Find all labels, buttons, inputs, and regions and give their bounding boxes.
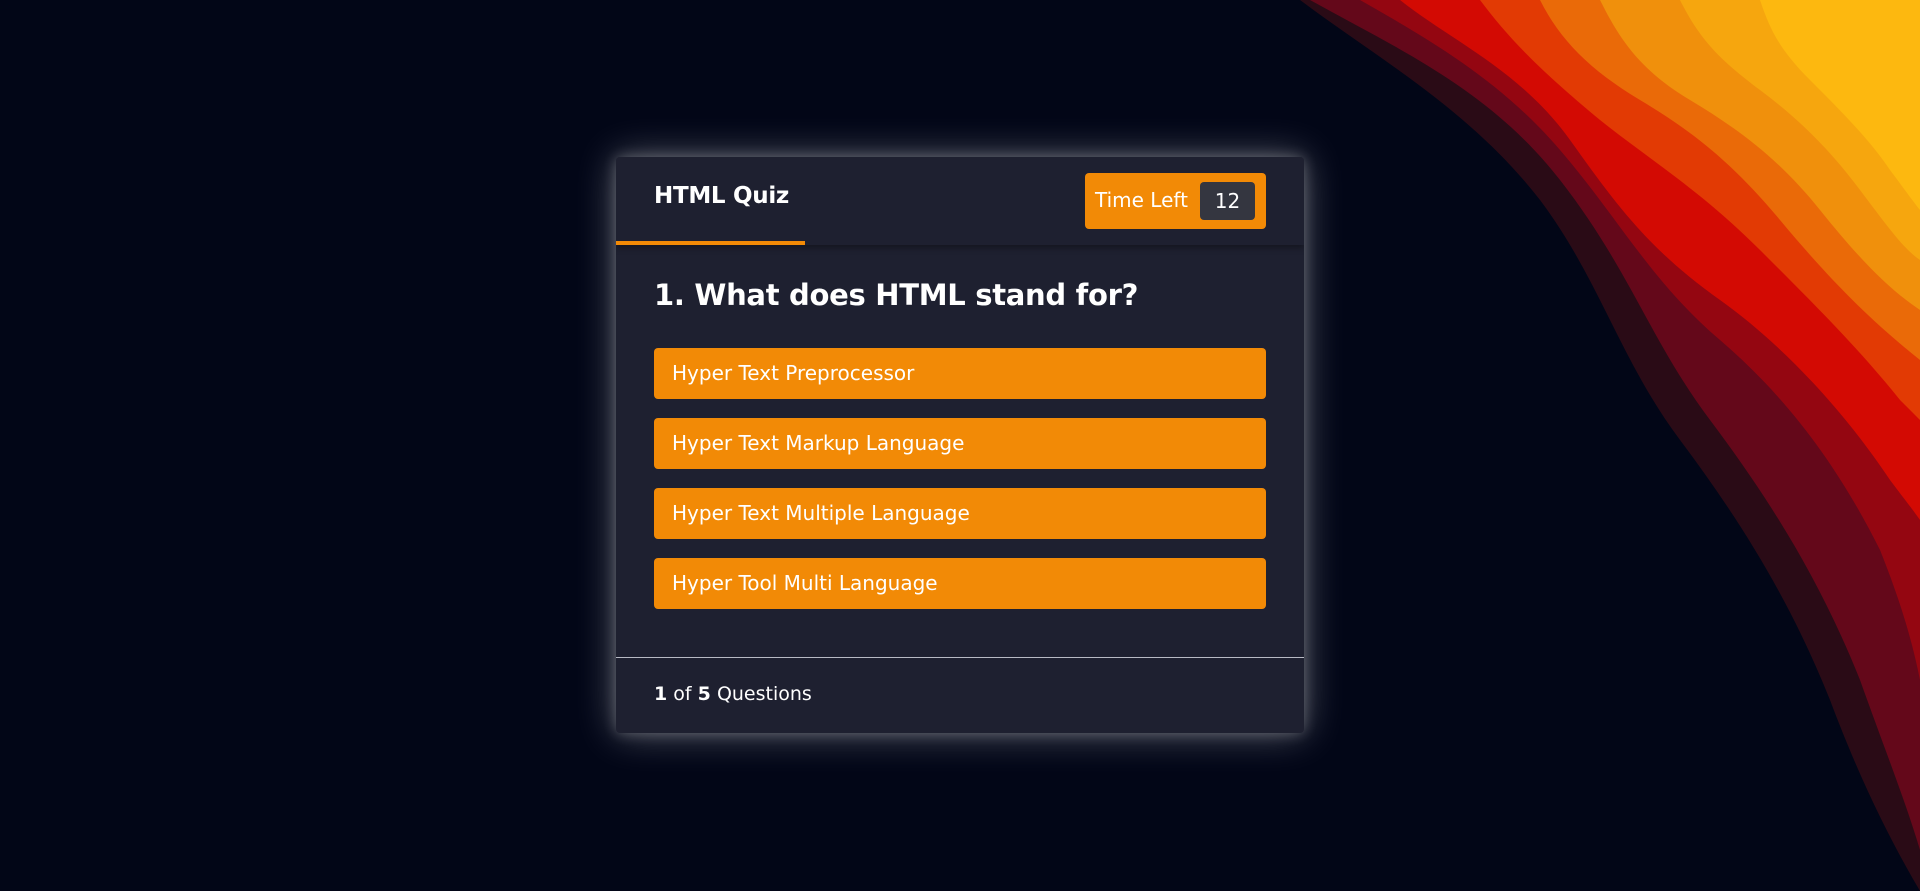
question-counter: 1 of 5 Questions: [654, 683, 812, 705]
timer-badge: Time Left 12: [1085, 173, 1266, 229]
title-underline: [616, 241, 805, 245]
quiz-footer: 1 of 5 Questions: [616, 657, 1304, 733]
total-questions-number: 5: [697, 683, 711, 705]
question-text: 1. What does HTML stand for?: [654, 278, 1139, 312]
quiz-header: HTML Quiz Time Left 12: [616, 157, 1304, 245]
quiz-title: HTML Quiz: [654, 183, 789, 209]
of-label: of: [673, 683, 692, 705]
option-4[interactable]: Hyper Tool Multi Language: [654, 558, 1266, 609]
option-1[interactable]: Hyper Text Preprocessor: [654, 348, 1266, 399]
current-question-number: 1: [654, 683, 668, 705]
quiz-card: HTML Quiz Time Left 12 1. What does HTML…: [616, 157, 1304, 733]
option-2[interactable]: Hyper Text Markup Language: [654, 418, 1266, 469]
questions-label: Questions: [716, 683, 812, 705]
option-3[interactable]: Hyper Text Multiple Language: [654, 488, 1266, 539]
timer-label: Time Left: [1095, 188, 1188, 212]
timer-value: 12: [1200, 182, 1255, 220]
option-list: Hyper Text Preprocessor Hyper Text Marku…: [654, 348, 1266, 628]
